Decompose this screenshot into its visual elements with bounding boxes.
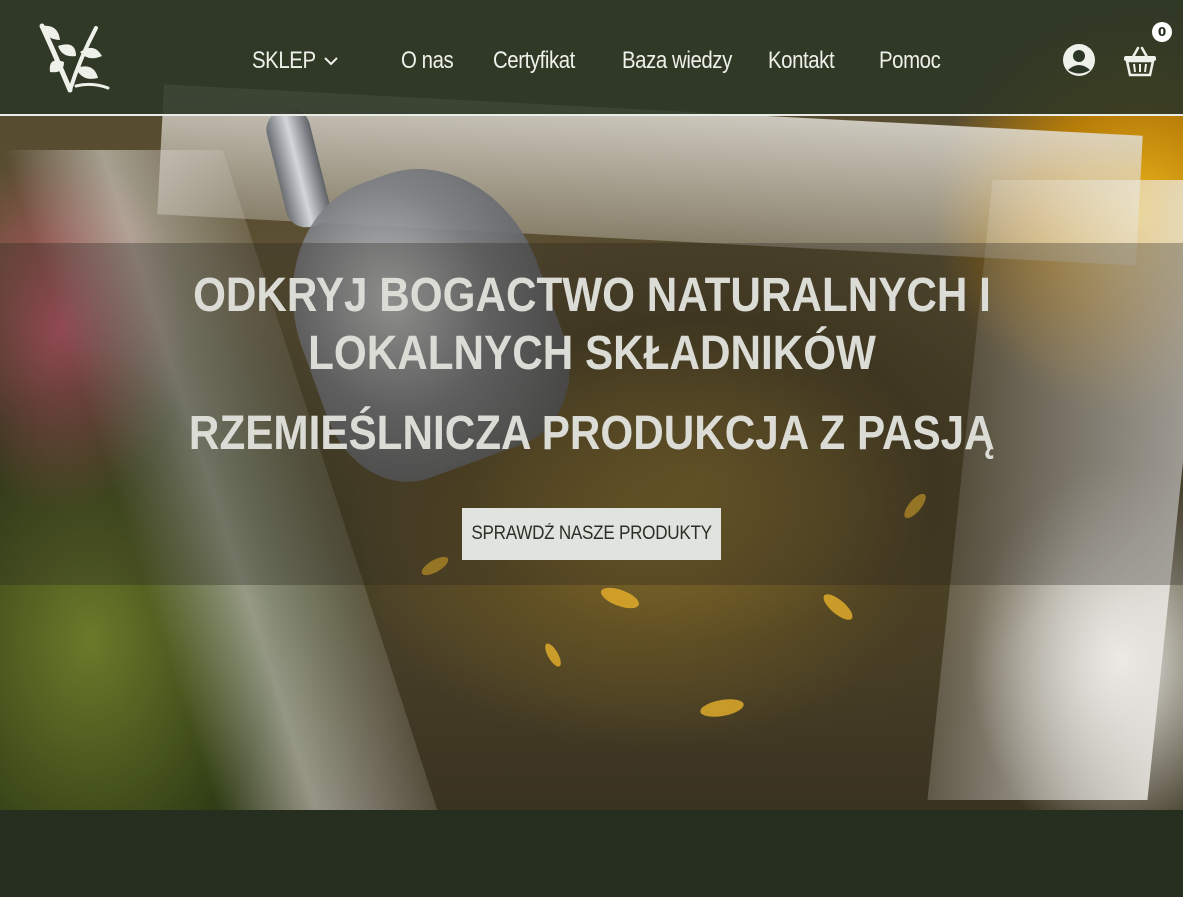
- check-products-button-label: SPRAWDŹ NASZE PRODUKTY: [471, 523, 712, 544]
- user-circle-icon[interactable]: [1062, 43, 1096, 77]
- nav-item-shop[interactable]: SKLEP: [252, 47, 401, 75]
- basket-icon[interactable]: [1123, 45, 1157, 77]
- hero-banner: ODKRYJ BOGACTWO NATURALNYCH I LOKALNYCH …: [0, 243, 1183, 585]
- site-header: SKLEP O nas Certyfikat Baza wiedzy Konta…: [0, 0, 1183, 116]
- nav-item-label: SKLEP: [252, 47, 316, 74]
- hero-subtitle: RZEMIEŚLNICZA PRODUKCJA Z PASJĄ: [0, 405, 1183, 463]
- petal-decoration: [542, 641, 564, 669]
- nav-item-certificate[interactable]: Certyfikat: [493, 47, 603, 75]
- hero-title-text: ODKRYJ BOGACTWO NATURALNYCH I LOKALNYCH …: [192, 269, 991, 380]
- hero-subtitle-text: RZEMIEŚLNICZA PRODUKCJA Z PASJĄ: [188, 407, 995, 460]
- nav-item-help[interactable]: Pomoc: [879, 47, 941, 75]
- petal-decoration: [819, 590, 857, 624]
- nav-item-contact[interactable]: Kontakt: [768, 47, 862, 75]
- petal-decoration: [698, 696, 746, 720]
- main-nav: SKLEP O nas Certyfikat Baza wiedzy Konta…: [252, 44, 951, 78]
- header-icons: 0: [1058, 22, 1172, 82]
- petal-decoration: [598, 583, 642, 613]
- cart-count-badge: 0: [1152, 22, 1172, 42]
- herb-leaf-logo[interactable]: [36, 22, 112, 96]
- check-products-button[interactable]: SPRAWDŹ NASZE PRODUKTY: [462, 508, 721, 560]
- hero-title: ODKRYJ BOGACTWO NATURALNYCH I LOKALNYCH …: [0, 267, 1183, 383]
- page-bottom-section: [0, 810, 1183, 897]
- nav-item-knowledge-base[interactable]: Baza wiedzy: [622, 47, 746, 75]
- chevron-down-icon: [324, 57, 338, 66]
- nav-item-about[interactable]: O nas: [401, 47, 479, 75]
